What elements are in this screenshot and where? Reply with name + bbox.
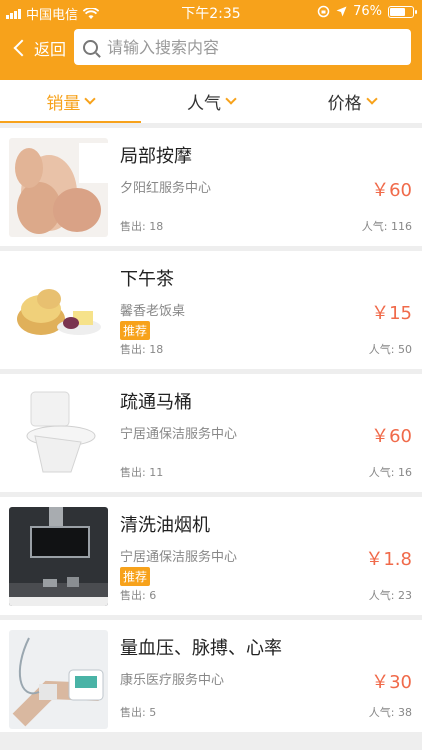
battery-level	[390, 7, 406, 16]
list-item[interactable]: 下午茶 馨香老饭桌 推荐 售出: 18 ￥15 人气: 50	[0, 251, 422, 369]
back-label: 返回	[34, 40, 67, 59]
item-shop: 夕阳红服务中心	[120, 181, 212, 196]
pop-prefix: 人气:	[368, 466, 395, 479]
sold-count: 18	[149, 343, 164, 356]
item-image-afternoon-tea	[9, 261, 108, 360]
list-item[interactable]: 疏通马桶 宁居通保洁服务中心 售出: 11 ￥60 人气: 16	[0, 374, 422, 492]
item-popularity: 人气: 23	[369, 587, 412, 603]
item-price: ￥30	[371, 672, 412, 693]
item-price: ￥15	[371, 303, 412, 324]
item-popularity: 人气: 38	[369, 704, 412, 720]
item-sold: 售出: 11	[120, 464, 163, 480]
sold-count: 5	[149, 706, 157, 719]
chevron-down-icon	[225, 93, 237, 105]
sold-prefix: 售出:	[120, 343, 146, 356]
list-item[interactable]: 量血压、脉搏、心率 康乐医疗服务中心 售出: 5 ￥30 人气: 38	[0, 620, 422, 732]
pop-count: 23	[398, 589, 412, 602]
list-item[interactable]: 清洗油烟机 宁居通保洁服务中心 推荐 售出: 6 ￥1.8 人气: 23	[0, 497, 422, 615]
pop-prefix: 人气:	[368, 343, 395, 356]
chevron-down-icon	[366, 93, 378, 105]
battery-percent: 76%	[353, 4, 382, 19]
item-image-toilet	[9, 384, 108, 483]
status-right: 76%	[317, 4, 417, 19]
sold-count: 6	[149, 589, 157, 602]
sold-count: 11	[149, 466, 164, 479]
item-image-massage	[9, 138, 108, 237]
item-title: 下午茶	[120, 269, 174, 290]
sort-tab-label: 人气	[187, 94, 221, 114]
item-shop: 宁居通保洁服务中心	[120, 427, 238, 442]
pop-prefix: 人气:	[361, 220, 388, 233]
search-icon	[83, 39, 98, 55]
chevron-down-icon	[84, 93, 96, 105]
item-shop: 康乐医疗服务中心	[120, 673, 225, 688]
sort-tab-sales[interactable]: 销量	[0, 80, 141, 123]
pop-count: 16	[398, 466, 412, 479]
sold-prefix: 售出:	[120, 706, 146, 719]
item-price: ￥60	[371, 180, 412, 201]
sold-prefix: 售出:	[120, 466, 146, 479]
item-sold: 售出: 18	[120, 218, 163, 234]
back-button[interactable]: 返回	[10, 36, 66, 60]
item-image-blood-pressure	[9, 630, 108, 729]
sort-tab-label: 销量	[46, 94, 81, 114]
sold-prefix: 售出:	[120, 220, 146, 233]
pop-prefix: 人气:	[368, 706, 395, 719]
recommend-badge: 推荐	[120, 567, 151, 586]
item-price: ￥60	[371, 426, 412, 447]
item-shop: 宁居通保洁服务中心	[120, 550, 238, 565]
sold-prefix: 售出:	[120, 589, 146, 602]
item-title: 局部按摩	[120, 146, 192, 167]
sort-tab-price[interactable]: 价格	[281, 80, 422, 123]
location-icon	[336, 6, 347, 17]
item-price: ￥1.8	[365, 549, 412, 570]
service-list: 局部按摩 夕阳红服务中心 售出: 18 ￥60 人气: 116 下午茶 馨香老饭…	[0, 128, 422, 737]
item-sold: 售出: 18	[120, 341, 163, 357]
chevron-left-icon	[13, 39, 31, 57]
sold-count: 18	[149, 220, 164, 233]
item-title: 量血压、脉搏、心率	[120, 638, 282, 659]
status-bar: 中国电信 下午2:35 76%	[0, 0, 422, 24]
item-shop: 馨香老饭桌	[120, 304, 186, 319]
sort-bar: 销量 人气 价格	[0, 80, 422, 123]
sort-tab-label: 价格	[327, 94, 362, 114]
item-title: 疏通马桶	[120, 392, 192, 413]
item-popularity: 人气: 116	[362, 218, 412, 234]
item-sold: 售出: 5	[120, 704, 156, 720]
orientation-lock-icon	[317, 5, 330, 18]
pop-count: 116	[391, 220, 412, 233]
recommend-badge: 推荐	[120, 321, 151, 340]
search-input[interactable]	[107, 37, 397, 57]
sort-tab-popularity[interactable]: 人气	[141, 80, 282, 123]
item-image-range-hood	[9, 507, 108, 606]
search-box[interactable]	[74, 29, 411, 65]
pop-count: 50	[398, 343, 412, 356]
pop-prefix: 人气:	[368, 589, 395, 602]
item-popularity: 人气: 50	[369, 341, 412, 357]
pop-count: 38	[398, 706, 412, 719]
header-bar: 中国电信 下午2:35 76% 返回	[0, 0, 422, 80]
item-sold: 售出: 6	[120, 587, 156, 603]
item-title: 清洗油烟机	[120, 515, 210, 536]
battery-icon	[388, 5, 417, 18]
list-item[interactable]: 局部按摩 夕阳红服务中心 售出: 18 ￥60 人气: 116	[0, 128, 422, 246]
item-popularity: 人气: 16	[369, 464, 412, 480]
